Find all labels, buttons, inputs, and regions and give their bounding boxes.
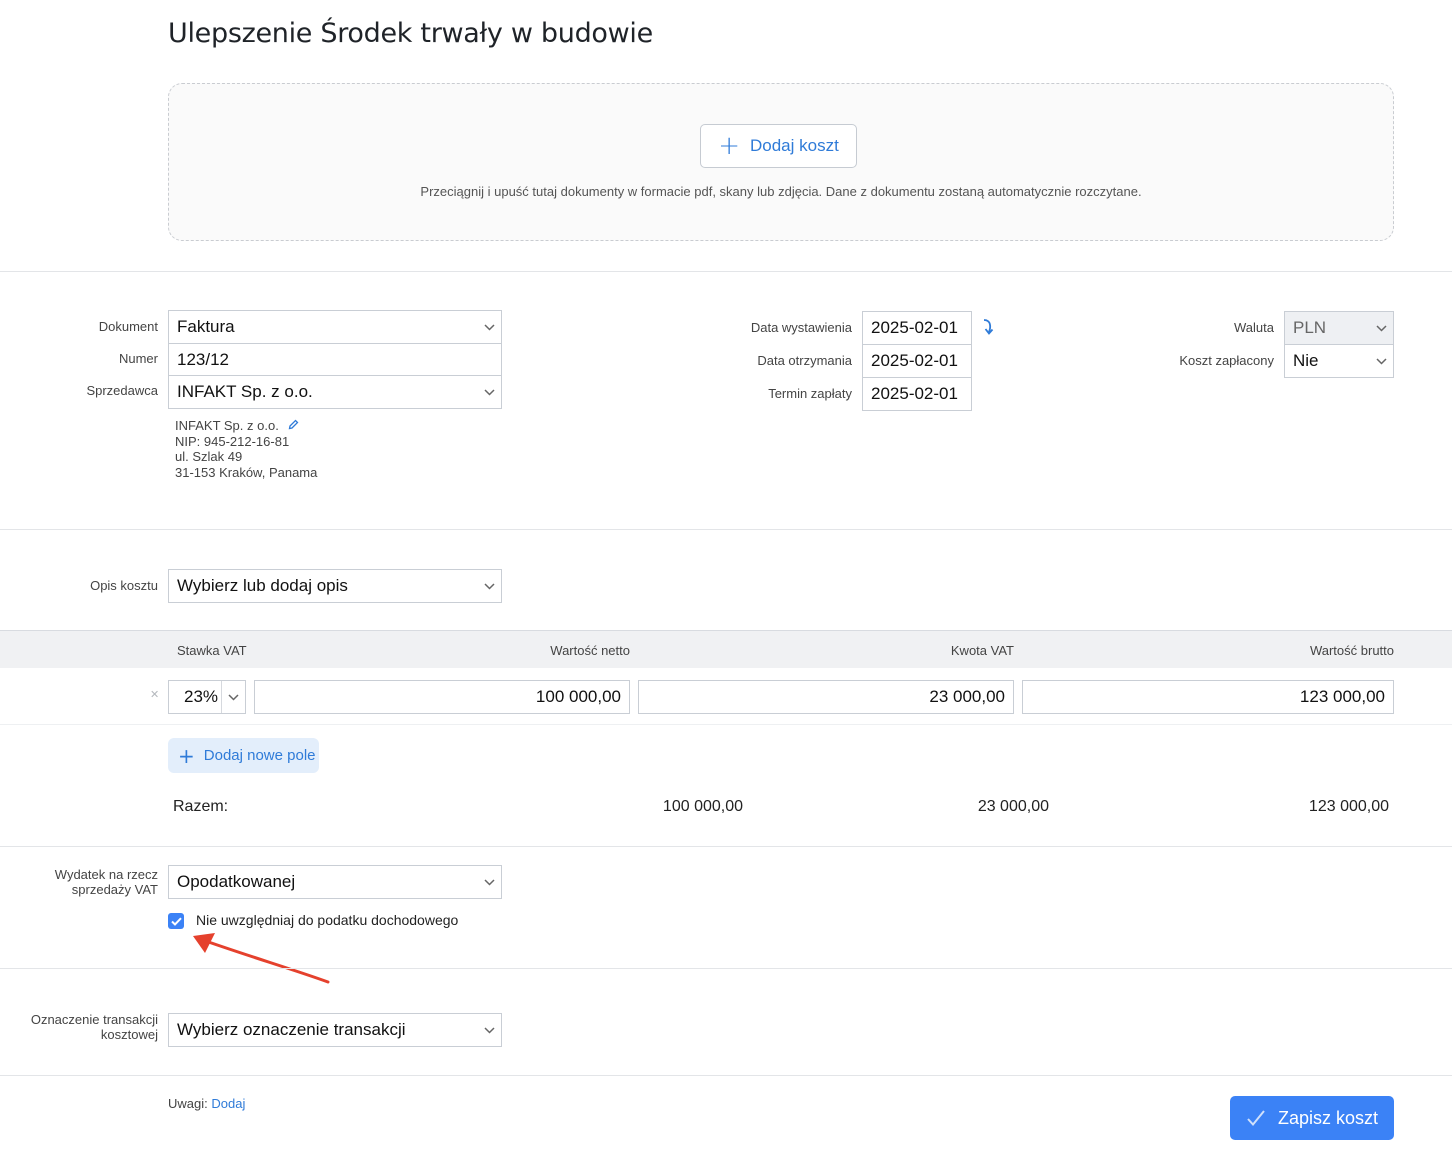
pencil-icon[interactable]: [288, 418, 299, 433]
vat-sale-value: Opodatkowanej: [177, 872, 296, 891]
transaction-value: Wybierz oznaczenie transakcji: [177, 1020, 406, 1039]
document-type-select[interactable]: Faktura: [168, 310, 502, 344]
divider: [0, 968, 1452, 969]
total-net: 100 000,00: [662, 798, 743, 815]
divider: [0, 846, 1452, 847]
net-value: 100 000,00: [535, 687, 621, 706]
document-type-label: Dokument: [98, 319, 158, 334]
plus-icon: +: [178, 743, 195, 768]
chevron-down-icon: [477, 866, 501, 898]
chevron-down-icon: [221, 681, 245, 713]
total-label: Razem:: [173, 798, 229, 815]
notes: Uwagi: Dodaj: [168, 1096, 245, 1111]
copy-date-icon[interactable]: [980, 318, 996, 341]
total-vat: 23 000,00: [977, 798, 1049, 815]
vat-table-header: Stawka VAT Wartość netto Kwota VAT Warto…: [0, 630, 1452, 668]
issue-date-value: 2025-02-01: [871, 318, 958, 337]
vat-sale-label-line2: sprzedaży VAT: [71, 882, 158, 897]
seller-nip: NIP: 945-212-16-81: [175, 433, 290, 449]
issue-date-label: Data wystawienia: [750, 320, 852, 335]
transaction-label-line1: Oznaczenie transakcji: [30, 1012, 158, 1027]
total-gross: 123 000,00: [1308, 798, 1389, 815]
due-date-label: Termin zapłaty: [768, 386, 852, 401]
issue-date-input[interactable]: 2025-02-01: [862, 311, 972, 345]
seller-label: Sprzedawca: [86, 383, 158, 398]
transaction-label: Oznaczenie transakcji kosztowej: [10, 1012, 158, 1042]
due-date-input[interactable]: 2025-02-01: [862, 377, 972, 411]
plus-icon: +: [718, 131, 740, 161]
exclude-income-tax-checkbox[interactable]: [168, 913, 184, 929]
divider: [0, 529, 1452, 530]
save-cost-label: Zapisz koszt: [1277, 1107, 1379, 1128]
description-label: Opis kosztu: [90, 578, 158, 593]
page-title: Ulepszenie Środek trwały w budowie: [168, 18, 653, 49]
description-value: Wybierz lub dodaj opis: [177, 576, 348, 595]
received-date-input[interactable]: 2025-02-01: [862, 344, 972, 378]
net-value-header: Wartość netto: [550, 643, 630, 658]
seller-street: ul. Szlak 49: [175, 449, 243, 464]
transaction-label-line2: kosztowej: [100, 1027, 158, 1042]
add-new-field-label: Dodaj nowe pole: [203, 747, 316, 764]
document-dropzone[interactable]: + Dodaj koszt Przeciągnij i upuść tutaj …: [168, 83, 1394, 241]
vat-sale-label-line1: Wydatek na rzecz: [54, 867, 158, 882]
chevron-down-icon: [477, 376, 501, 408]
vat-rate-value: 23%: [184, 687, 219, 706]
chevron-down-icon: [1369, 345, 1393, 377]
seller-select[interactable]: INFAKT Sp. z o.o.: [168, 375, 502, 409]
add-cost-button[interactable]: + Dodaj koszt: [700, 124, 857, 168]
seller-name: INFAKT Sp. z o.o.: [175, 418, 279, 433]
divider: [0, 1075, 1452, 1076]
gross-value-header: Wartość brutto: [1309, 643, 1394, 658]
seller-city: 31-153 Kraków, Panama: [175, 464, 318, 480]
vat-amount-input[interactable]: 23 000,00: [638, 680, 1014, 714]
cost-paid-label: Koszt zapłacony: [1179, 353, 1274, 368]
divider: [0, 271, 1452, 272]
currency-select[interactable]: PLN: [1284, 311, 1394, 345]
vat-rate-header: Stawka VAT: [177, 643, 247, 658]
notes-label: Uwagi:: [168, 1096, 208, 1111]
received-date-label: Data otrzymania: [757, 353, 852, 368]
divider: [0, 724, 1452, 725]
chevron-down-icon: [477, 1014, 501, 1046]
due-date-value: 2025-02-01: [871, 384, 958, 403]
vat-sale-label: Wydatek na rzecz sprzedaży VAT: [20, 867, 158, 897]
gross-value-input[interactable]: 123 000,00: [1022, 680, 1394, 714]
vat-amount-value: 23 000,00: [929, 687, 1005, 706]
add-cost-label: Dodaj koszt: [749, 136, 839, 155]
save-cost-button[interactable]: Zapisz koszt: [1230, 1096, 1394, 1140]
transaction-select[interactable]: Wybierz oznaczenie transakcji: [168, 1013, 502, 1047]
chevron-down-icon: [1369, 312, 1393, 344]
seller-value: INFAKT Sp. z o.o.: [177, 382, 313, 401]
notes-add-link[interactable]: Dodaj: [211, 1096, 245, 1111]
vat-amount-header: Kwota VAT: [950, 643, 1014, 658]
vat-rate-select[interactable]: 23%: [168, 680, 246, 714]
received-date-value: 2025-02-01: [871, 351, 958, 370]
dropzone-hint: Przeciągnij i upuść tutaj dokumenty w fo…: [420, 184, 1142, 199]
gross-value: 123 000,00: [1299, 687, 1385, 706]
cost-paid-value: Nie: [1293, 351, 1319, 370]
currency-value: PLN: [1293, 318, 1327, 337]
currency-label: Waluta: [1234, 320, 1274, 335]
vat-sale-select[interactable]: Opodatkowanej: [168, 865, 502, 899]
remove-row-icon[interactable]: ✕: [150, 688, 159, 701]
add-new-field-button[interactable]: + Dodaj nowe pole: [168, 738, 319, 773]
check-icon: [1247, 1110, 1265, 1127]
annotation-arrow-icon: [193, 933, 330, 984]
net-value-input[interactable]: 100 000,00: [254, 680, 630, 714]
document-type-value: Faktura: [177, 317, 235, 336]
description-select[interactable]: Wybierz lub dodaj opis: [168, 569, 502, 603]
number-input[interactable]: 123/12: [168, 343, 502, 377]
number-value: 123/12: [177, 350, 229, 369]
chevron-down-icon: [477, 570, 501, 602]
seller-info: INFAKT Sp. z o.o. NIP: 945-212-16-81 ul.…: [175, 418, 317, 480]
chevron-down-icon: [477, 311, 501, 343]
number-label: Numer: [118, 351, 158, 366]
cost-paid-select[interactable]: Nie: [1284, 344, 1394, 378]
check-icon: [170, 917, 182, 926]
